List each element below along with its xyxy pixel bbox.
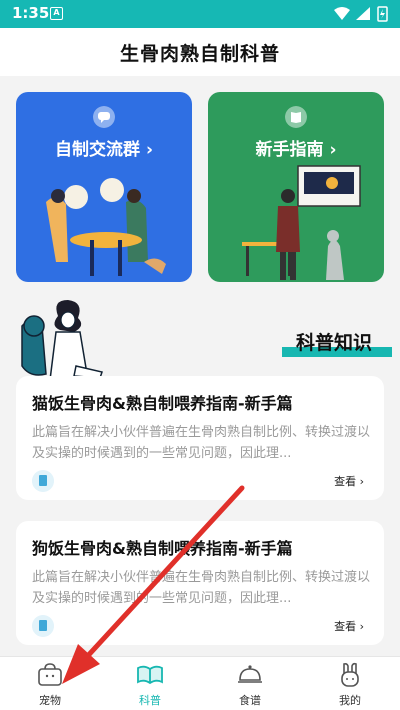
notification-icon: A	[50, 7, 63, 20]
banner-illustration-people	[46, 178, 166, 276]
tab-label: 宠物	[39, 694, 61, 707]
tab-label: 食谱	[239, 694, 261, 707]
book-icon	[32, 470, 54, 492]
beginner-guide-card[interactable]: 新手指南 ›	[208, 92, 384, 282]
tab-recipes[interactable]: 食谱	[200, 657, 300, 710]
book-icon	[32, 615, 54, 637]
tab-label: 我的	[339, 694, 361, 707]
tab-pets[interactable]: 宠物	[0, 657, 100, 710]
article-title: 猫饭生骨肉&熟自制喂养指南-新手篇	[32, 394, 293, 413]
page-title: 生骨肉熟自制科普	[119, 43, 280, 65]
main-content[interactable]: 自制交流群 › 新手指南 › 科普知识 猫饭生骨肉&熟自制喂养指南-新手篇 此篇…	[0, 76, 400, 656]
app-header: 生骨肉熟自制科普	[0, 28, 400, 76]
signal-icon	[356, 7, 370, 20]
status-icons	[334, 6, 388, 22]
article-card[interactable]: 狗饭生骨肉&熟自制喂养指南-新手篇 此篇旨在解决小伙伴普遍在生骨肉熟自制比例、转…	[16, 521, 384, 645]
article-description: 此篇旨在解决小伙伴普遍在生骨肉熟自制比例、转换过渡以及实操的时候遇到的一些常见问…	[32, 425, 371, 461]
wifi-icon	[334, 7, 350, 20]
community-group-label: 自制交流群 ›	[55, 140, 153, 160]
section-title: 科普知识	[296, 332, 373, 354]
article-title: 狗饭生骨肉&熟自制喂养指南-新手篇	[32, 539, 293, 558]
community-group-card[interactable]: 自制交流群 ›	[16, 92, 192, 282]
girl-with-dog-illustration	[21, 300, 103, 381]
chat-bubble-icon	[93, 106, 115, 128]
view-more-link[interactable]: 查看 ›	[334, 473, 364, 489]
science-section-header: 科普知识	[282, 328, 392, 358]
banner-illustration-presenter	[242, 165, 361, 280]
open-book-icon	[137, 665, 163, 685]
tab-profile[interactable]: 我的	[300, 657, 400, 710]
pet-bag-icon	[38, 663, 62, 686]
tab-science[interactable]: 科普	[100, 657, 200, 710]
map-book-icon	[285, 106, 307, 128]
food-cloche-icon	[238, 665, 262, 683]
tab-label: 科普	[139, 694, 161, 707]
bottom-tab-bar: 宠物 科普 食谱 我的	[0, 656, 400, 710]
bunny-profile-icon	[341, 662, 359, 687]
article-card[interactable]: 猫饭生骨肉&熟自制喂养指南-新手篇 此篇旨在解决小伙伴普遍在生骨肉熟自制比例、转…	[16, 376, 384, 500]
article-description: 此篇旨在解决小伙伴普遍在生骨肉熟自制比例、转换过渡以及实操的时候遇到的一些常见问…	[32, 570, 371, 606]
status-time: 1:35	[12, 4, 50, 22]
view-more-link[interactable]: 查看 ›	[334, 618, 364, 634]
status-bar: 1:35 A	[0, 0, 400, 28]
beginner-guide-label: 新手指南 ›	[255, 140, 337, 160]
